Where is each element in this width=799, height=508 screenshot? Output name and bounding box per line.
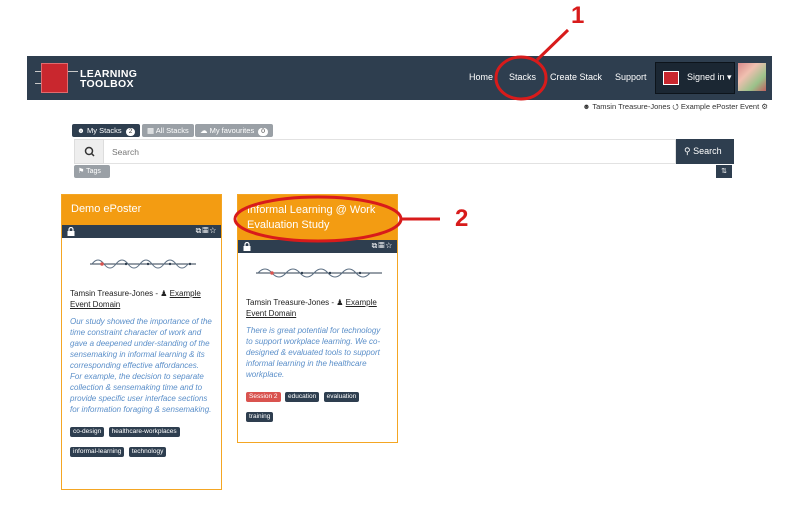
annotation-label-1: 1 [571, 2, 585, 29]
annotation-circle-2 [233, 195, 403, 243]
page: LEARNING TOOLBOX Home Stacks Create Stac… [0, 0, 799, 508]
annotation-circle-1 [494, 55, 548, 101]
annotation-label-2: 2 [455, 205, 469, 232]
annotation-line-1 [535, 28, 570, 62]
annotation-overlay [233, 28, 570, 243]
